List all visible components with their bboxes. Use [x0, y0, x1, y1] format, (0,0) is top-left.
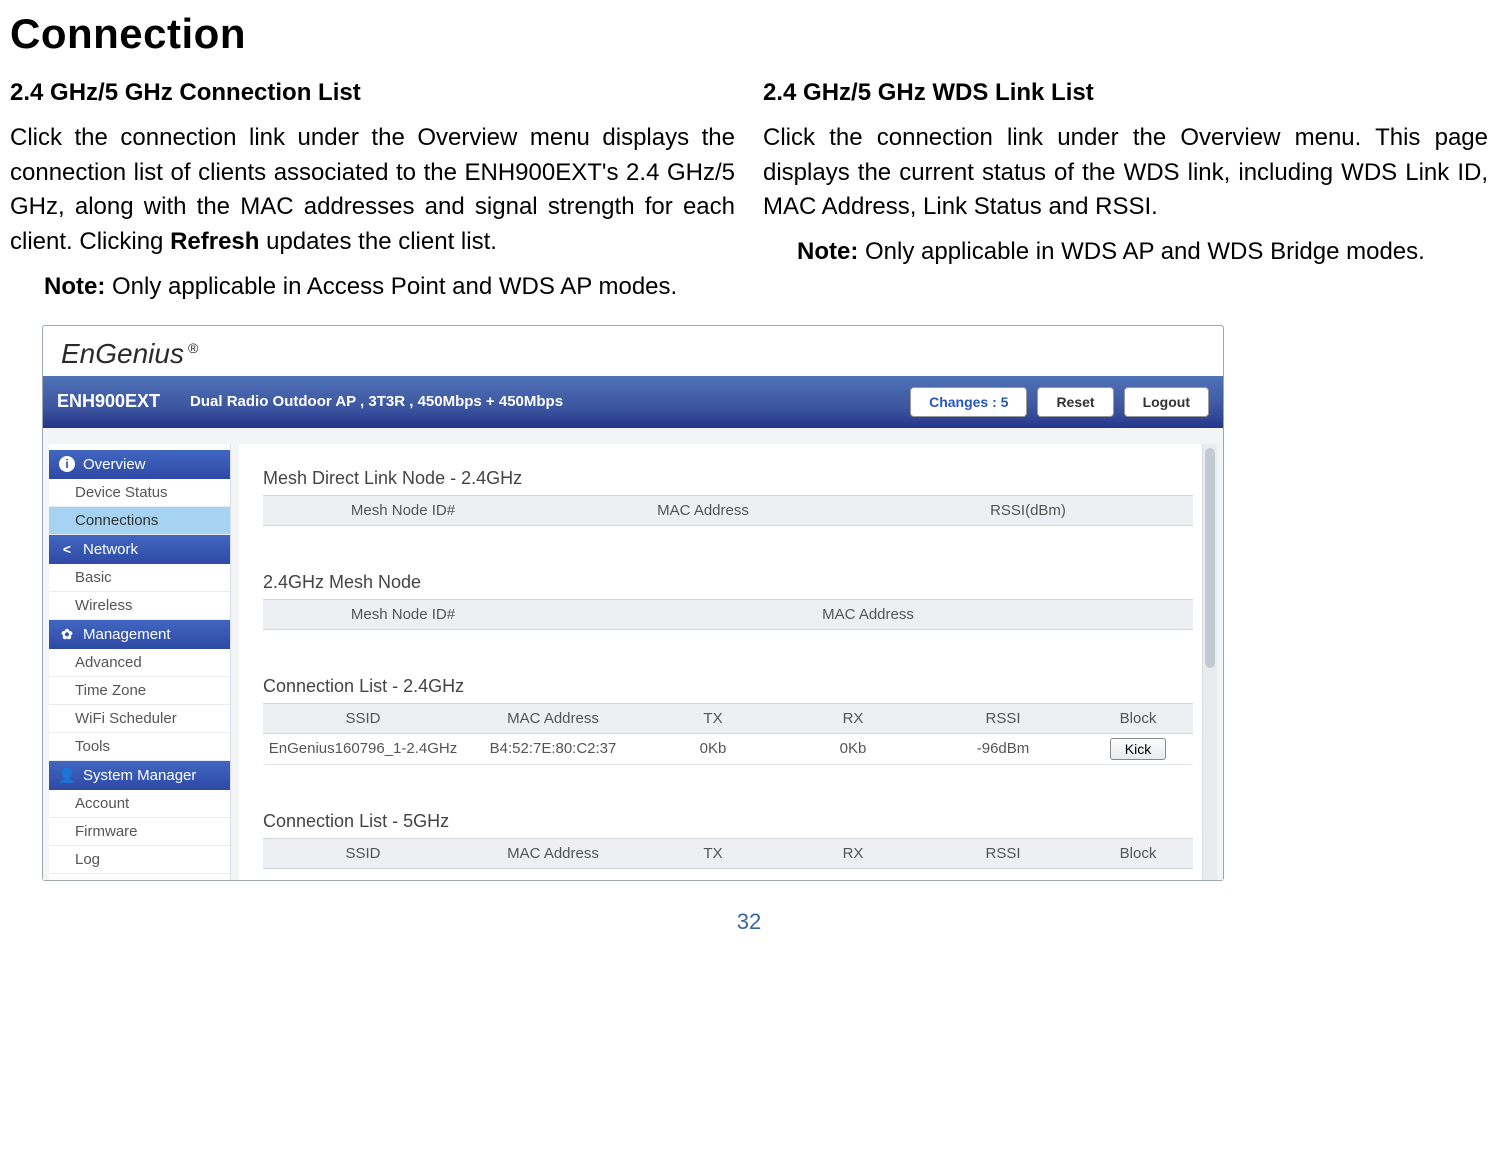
main-panel: Mesh Direct Link Node - 2.4GHz Mesh Node…	[239, 444, 1217, 880]
logo-bar: EnGenius ®	[43, 326, 1223, 376]
sidebar-label: Network	[83, 541, 138, 558]
sidebar-label: System Manager	[83, 767, 196, 784]
reset-button[interactable]: Reset	[1037, 387, 1113, 417]
model-label: ENH900EXT	[57, 391, 160, 412]
right-column: 2.4 GHz/5 GHz WDS Link List Click the co…	[763, 76, 1488, 305]
scrollbar[interactable]	[1202, 444, 1217, 880]
section-title: Mesh Direct Link Node - 2.4GHz	[263, 450, 1193, 495]
content-wrap: i Overview Device Status Connections < Net…	[43, 428, 1223, 880]
sidebar-item-account[interactable]: Account	[49, 790, 230, 818]
col-header: MAC Address	[463, 710, 643, 727]
sidebar-item-wireless[interactable]: Wireless	[49, 592, 230, 620]
sidebar-item-time-zone[interactable]: Time Zone	[49, 677, 230, 705]
right-subheading: 2.4 GHz/5 GHz WDS Link List	[763, 76, 1488, 111]
col-header: RSSI	[923, 710, 1083, 727]
sidebar-head-network[interactable]: < Network	[49, 535, 230, 564]
top-bar: ENH900EXT Dual Radio Outdoor AP , 3T3R ,…	[43, 376, 1223, 428]
logout-button[interactable]: Logout	[1124, 387, 1209, 417]
col-header: Mesh Node ID#	[263, 606, 543, 623]
cell-ssid: EnGenius160796_1-2.4GHz	[263, 740, 463, 757]
top-bar-right: Changes : 5 Reset Logout	[910, 387, 1209, 417]
col-header: SSID	[263, 710, 463, 727]
col-header: Block	[1083, 845, 1193, 862]
col-header: RSSI(dBm)	[863, 502, 1193, 519]
sidebar-item-basic[interactable]: Basic	[49, 564, 230, 592]
columns: 2.4 GHz/5 GHz Connection List Click the …	[10, 76, 1488, 305]
section-conn-24: Connection List - 2.4GHz SSID MAC Addres…	[239, 652, 1217, 787]
scroll-thumb[interactable]	[1205, 448, 1215, 668]
sidebar-item-tools[interactable]: Tools	[49, 733, 230, 761]
refresh-word: Refresh	[170, 228, 259, 255]
sidebar-label: Overview	[83, 456, 146, 473]
sidebar-label: Management	[83, 626, 171, 643]
section-title: Connection List - 2.4GHz	[263, 658, 1193, 703]
col-header: RX	[783, 845, 923, 862]
note-label: Note:	[44, 273, 105, 300]
sidebar: i Overview Device Status Connections < Net…	[49, 444, 231, 880]
cell-rssi: -96dBm	[923, 740, 1083, 757]
section-title: Connection List - 5GHz	[263, 793, 1193, 838]
sidebar-head-system-manager[interactable]: 👤 System Manager	[49, 761, 230, 790]
section-conn-5: Connection List - 5GHz SSID MAC Address …	[239, 787, 1217, 869]
col-header: SSID	[263, 845, 463, 862]
table-row: EnGenius160796_1-2.4GHz B4:52:7E:80:C2:3…	[263, 734, 1193, 765]
col-header: TX	[643, 845, 783, 862]
cell-mac: B4:52:7E:80:C2:37	[463, 740, 643, 757]
table-header: Mesh Node ID# MAC Address	[263, 599, 1193, 630]
sidebar-item-device-status[interactable]: Device Status	[49, 479, 230, 507]
sidebar-head-overview[interactable]: i Overview	[49, 450, 230, 479]
sidebar-head-management[interactable]: ✿ Management	[49, 620, 230, 649]
table-header: SSID MAC Address TX RX RSSI Block	[263, 703, 1193, 734]
section-mesh-direct: Mesh Direct Link Node - 2.4GHz Mesh Node…	[239, 444, 1217, 548]
sidebar-item-log[interactable]: Log	[49, 846, 230, 874]
sidebar-item-connections[interactable]: Connections	[49, 507, 230, 535]
col-header: RSSI	[923, 845, 1083, 862]
top-bar-left: ENH900EXT Dual Radio Outdoor AP , 3T3R ,…	[57, 391, 563, 412]
kick-button[interactable]: Kick	[1110, 738, 1166, 760]
table-header: SSID MAC Address TX RX RSSI Block	[263, 838, 1193, 869]
cell-tx: 0Kb	[643, 740, 783, 757]
text: updates the client list.	[259, 228, 496, 255]
col-header: MAC Address	[543, 502, 863, 519]
model-desc: Dual Radio Outdoor AP , 3T3R , 450Mbps +…	[190, 393, 563, 410]
left-note: Note: Only applicable in Access Point an…	[44, 270, 735, 305]
gear-icon: ✿	[59, 626, 75, 642]
col-header: Block	[1083, 710, 1193, 727]
page-title: Connection	[10, 10, 1488, 58]
table-header: Mesh Node ID# MAC Address RSSI(dBm)	[263, 495, 1193, 526]
info-icon: i	[59, 456, 75, 472]
right-para: Click the connection link under the Over…	[763, 121, 1488, 225]
section-mesh-node: 2.4GHz Mesh Node Mesh Node ID# MAC Addre…	[239, 548, 1217, 652]
note-text: Only applicable in Access Point and WDS …	[105, 273, 677, 300]
sidebar-item-wifi-scheduler[interactable]: WiFi Scheduler	[49, 705, 230, 733]
cell-rx: 0Kb	[783, 740, 923, 757]
share-icon: <	[59, 541, 75, 557]
cell-block: Kick	[1083, 738, 1193, 760]
sidebar-item-advanced[interactable]: Advanced	[49, 649, 230, 677]
right-note: Note: Only applicable in WDS AP and WDS …	[797, 235, 1488, 270]
col-header: MAC Address	[463, 845, 643, 862]
col-header: RX	[783, 710, 923, 727]
person-icon: 👤	[59, 767, 75, 783]
col-header: MAC Address	[543, 606, 1193, 623]
page-number: 32	[10, 899, 1488, 955]
left-subheading: 2.4 GHz/5 GHz Connection List	[10, 76, 735, 111]
note-text: Only applicable in WDS AP and WDS Bridge…	[858, 238, 1424, 265]
col-header: TX	[643, 710, 783, 727]
registered-icon: ®	[188, 340, 198, 356]
logo-text: EnGenius	[61, 338, 184, 370]
col-header: Mesh Node ID#	[263, 502, 543, 519]
screenshot-box: EnGenius ® ENH900EXT Dual Radio Outdoor …	[42, 325, 1224, 881]
section-title: 2.4GHz Mesh Node	[263, 554, 1193, 599]
sidebar-item-firmware[interactable]: Firmware	[49, 818, 230, 846]
changes-button[interactable]: Changes : 5	[910, 387, 1027, 417]
left-para: Click the connection link under the Over…	[10, 121, 735, 260]
left-column: 2.4 GHz/5 GHz Connection List Click the …	[10, 76, 735, 305]
note-label: Note:	[797, 238, 858, 265]
